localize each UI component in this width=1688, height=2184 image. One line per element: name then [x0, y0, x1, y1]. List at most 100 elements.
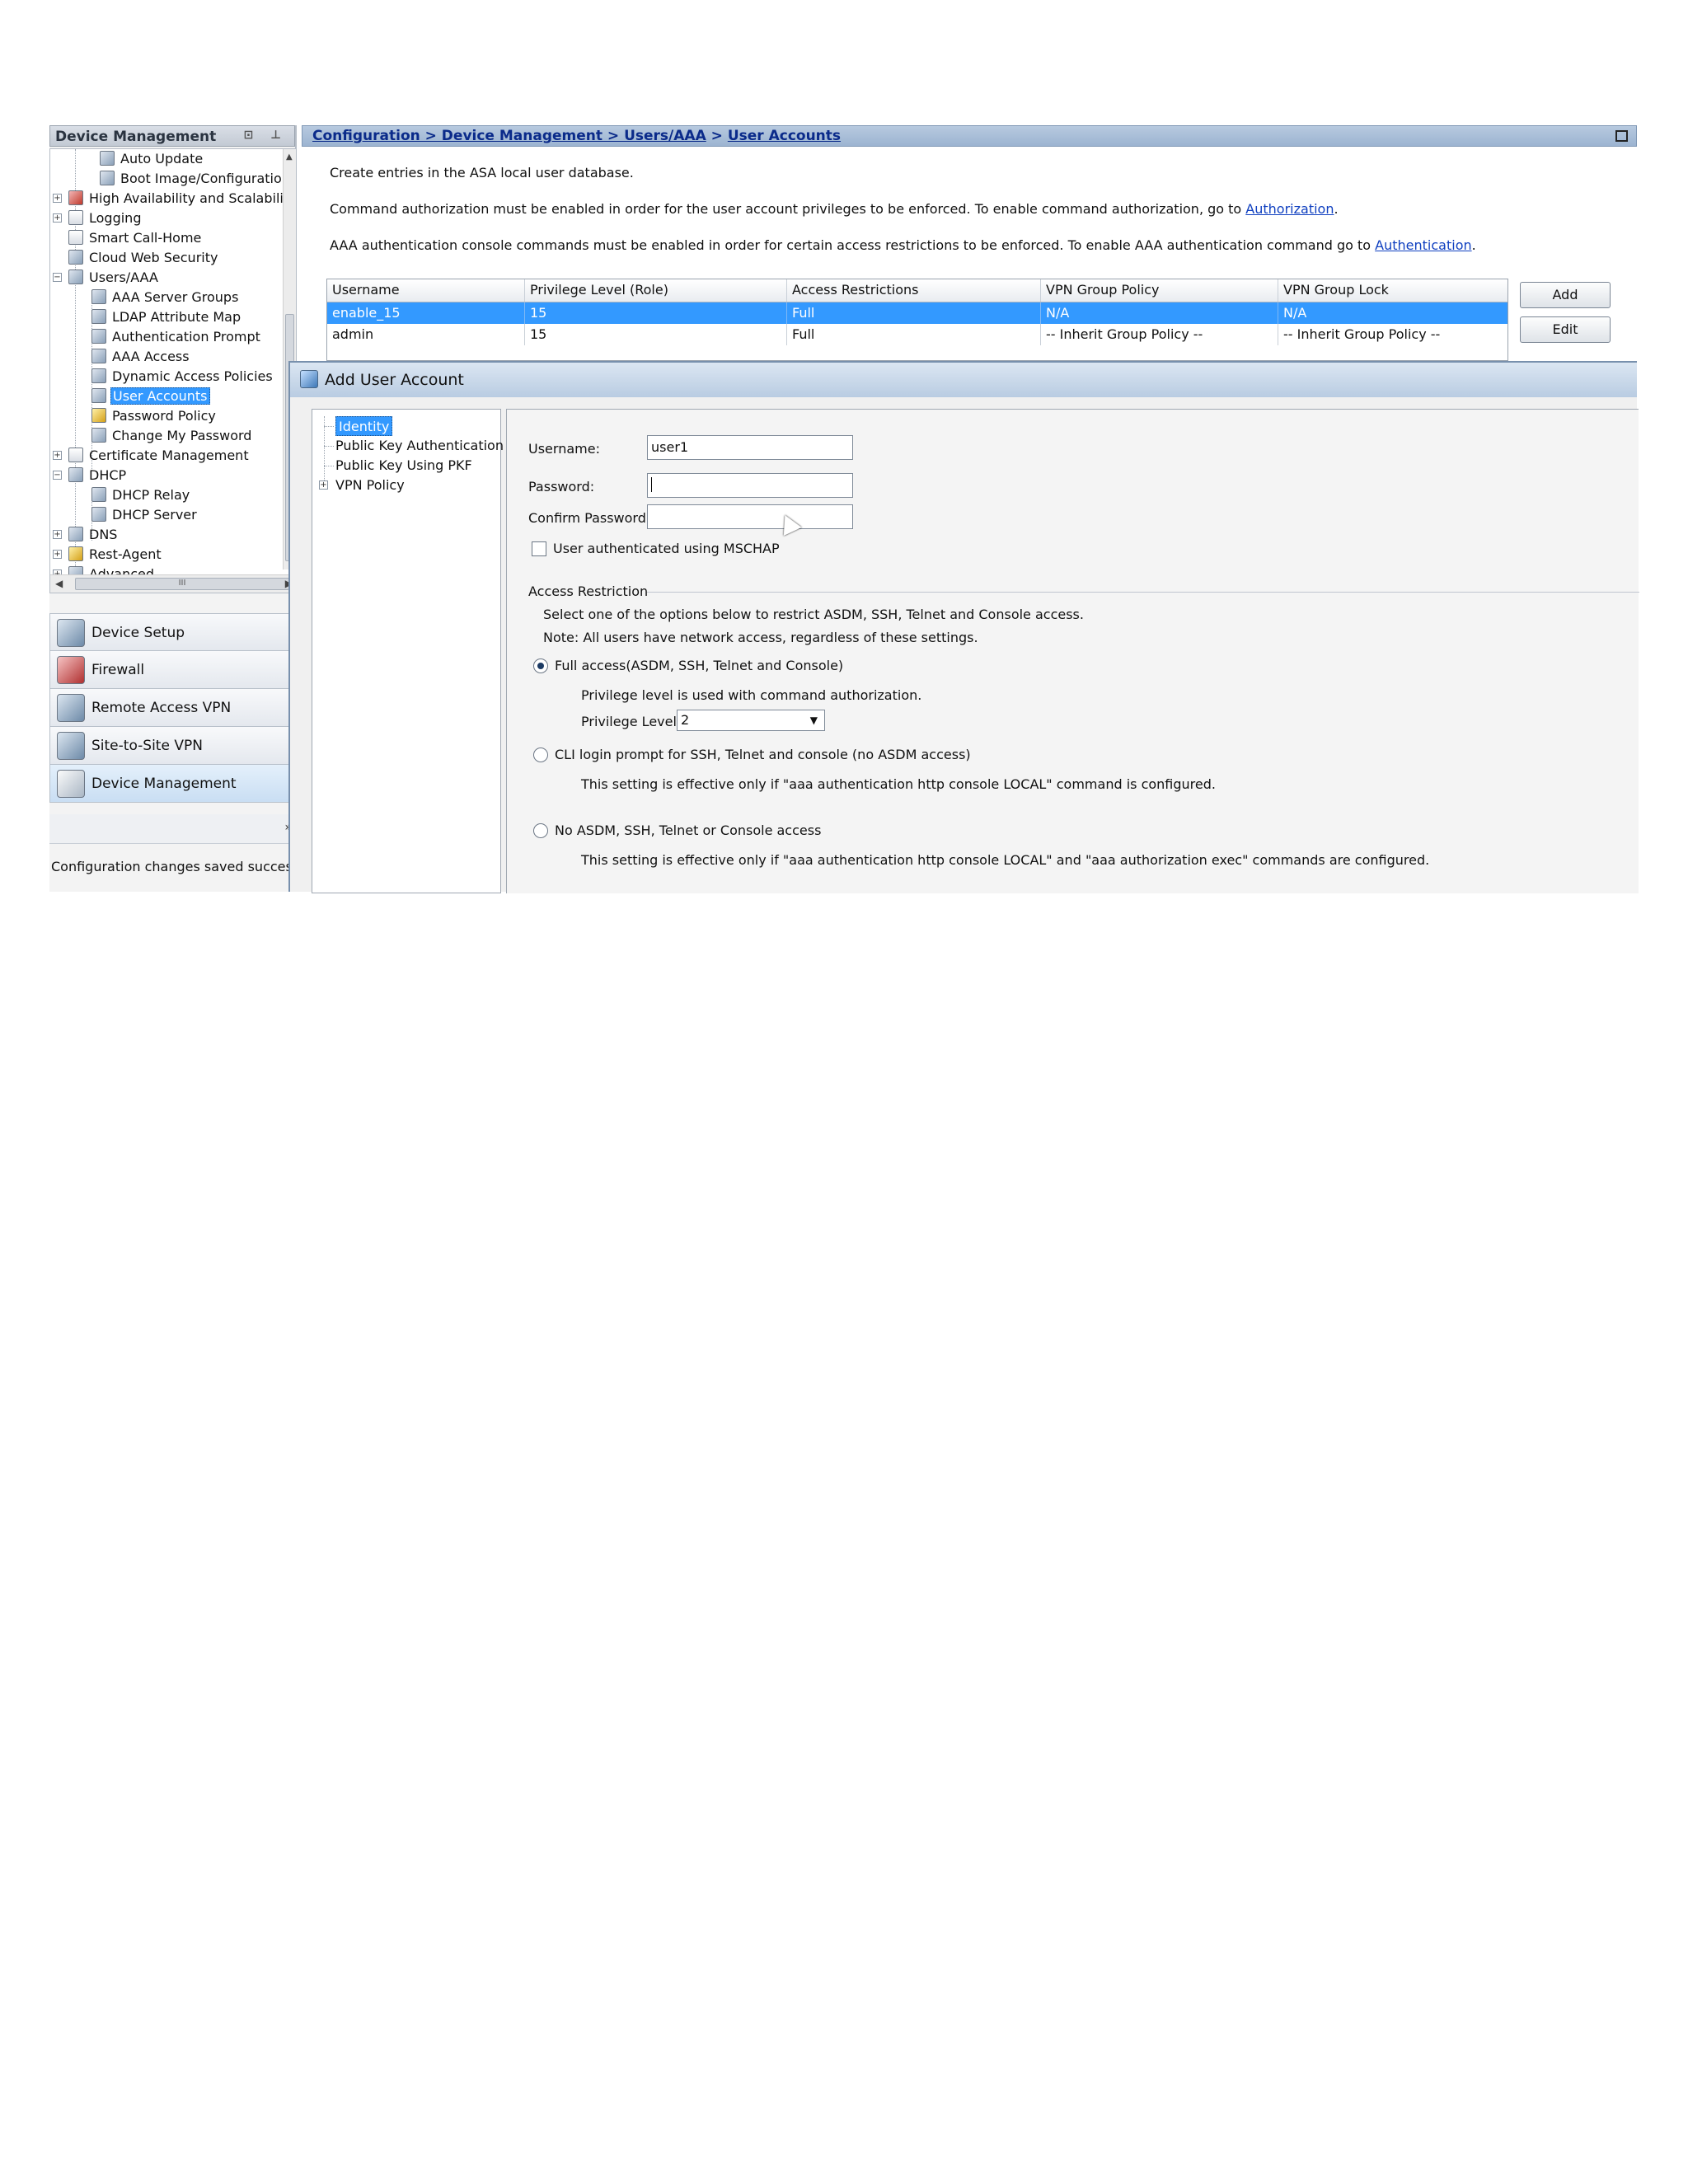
panel-float-pin-icons[interactable]: ⊡ ⊥ — [244, 129, 288, 142]
tree-item-certificate-management[interactable]: Certificate Management — [68, 446, 251, 466]
column-header-privilege[interactable]: Privilege Level (Role) — [525, 279, 787, 302]
nav-site-to-site-vpn[interactable]: Site-to-Site VPN — [49, 727, 297, 765]
tree-item-rest-agent[interactable]: Rest-Agent — [68, 545, 163, 565]
tree-item-dhcp-relay[interactable]: DHCP Relay — [91, 485, 191, 505]
firewall-icon — [57, 656, 85, 684]
maximize-icon[interactable] — [1615, 130, 1628, 142]
expand-icon[interactable]: + — [53, 451, 62, 460]
authorization-link[interactable]: Authorization — [1245, 201, 1334, 217]
ldap-map-icon — [91, 309, 106, 324]
edit-button[interactable]: Edit — [1520, 316, 1611, 343]
column-header-username[interactable]: Username — [327, 279, 525, 302]
dialog-nav-vpn-policy[interactable]: VPN Policy — [335, 476, 405, 495]
tree-line — [324, 426, 334, 427]
high-availability-icon — [68, 190, 83, 205]
username-input[interactable]: user1 — [647, 435, 853, 460]
tree-item-user-accounts[interactable]: User Accounts — [91, 387, 210, 406]
scroll-up-icon[interactable]: ▲ — [286, 152, 293, 162]
certificate-icon — [68, 448, 83, 462]
tree-item-authentication-prompt[interactable]: Authentication Prompt — [91, 327, 262, 347]
dialog-title-bar[interactable]: Add User Account — [290, 363, 1637, 397]
cell-access-restrictions: Full — [787, 302, 1041, 324]
column-header-vpn-group-policy[interactable]: VPN Group Policy — [1041, 279, 1278, 302]
full-access-note: Privilege level is used with command aut… — [581, 687, 922, 703]
tree-item-aaa-access[interactable]: AAA Access — [91, 347, 191, 367]
expand-icon[interactable]: + — [319, 480, 328, 490]
cell-vpn-group-policy: N/A — [1041, 302, 1278, 324]
expand-icon[interactable]: + — [53, 530, 62, 539]
breadcrumb-path-link[interactable]: Configuration > Device Management > User… — [312, 128, 706, 144]
nav-device-setup[interactable]: Device Setup — [49, 613, 297, 651]
add-user-account-dialog: Add User Account Identity Public Key Aut… — [288, 361, 1639, 893]
cli-login-label: CLI login prompt for SSH, Telnet and con… — [555, 747, 971, 762]
server-groups-icon — [91, 289, 106, 304]
collapse-icon[interactable]: − — [53, 471, 62, 480]
dialog-nav-public-key-pkf[interactable]: Public Key Using PKF — [335, 456, 472, 476]
tree-item-dhcp[interactable]: DHCP — [68, 466, 128, 485]
password-input[interactable] — [647, 473, 853, 498]
auth-prompt-icon — [91, 329, 106, 344]
dynamic-access-icon — [91, 368, 106, 383]
mschap-checkbox[interactable] — [532, 541, 546, 556]
nav-overflow[interactable]: » — [49, 814, 297, 844]
tree-item-logging[interactable]: Logging — [68, 209, 143, 228]
column-header-access-restrictions[interactable]: Access Restrictions — [787, 279, 1041, 302]
collapse-icon[interactable]: − — [53, 273, 62, 282]
access-restriction-note: Note: All users have network access, reg… — [543, 630, 978, 645]
cell-privilege: 15 — [525, 302, 787, 324]
dialog-nav-tree: Identity Public Key Authentication Publi… — [312, 409, 504, 893]
breadcrumb: Configuration > Device Management > User… — [302, 125, 1637, 147]
tree-item-high-availability[interactable]: High Availability and Scalability — [68, 189, 296, 209]
dns-icon — [68, 527, 83, 541]
tree-item-dynamic-access-policies[interactable]: Dynamic Access Policies — [91, 367, 274, 387]
tree-item-aaa-server-groups[interactable]: AAA Server Groups — [91, 288, 240, 307]
tree-item-password-policy[interactable]: Password Policy — [91, 406, 218, 426]
tree-item-smart-call-home[interactable]: Smart Call-Home — [68, 228, 203, 248]
breadcrumb-current-link[interactable]: User Accounts — [728, 128, 841, 144]
info-create-entries: Create entries in the ASA local user dat… — [330, 165, 634, 180]
tree-line — [324, 446, 334, 447]
left-panel-header: Device Management ⊡ ⊥ — [49, 125, 295, 147]
cli-login-radio[interactable] — [533, 748, 548, 762]
tree-item-boot-image[interactable]: Boot Image/Configuration — [100, 169, 292, 189]
expand-icon[interactable]: + — [53, 194, 62, 203]
left-panel: Device Management ⊡ ⊥ Auto Update Boot I… — [49, 125, 297, 892]
tree-item-dns[interactable]: DNS — [68, 525, 119, 545]
scroll-thumb[interactable]: III — [75, 578, 289, 590]
nav-device-management[interactable]: Device Management — [49, 765, 297, 803]
cell-vpn-group-policy: -- Inherit Group Policy -- — [1041, 324, 1278, 345]
tree-horizontal-scrollbar[interactable]: ◀ III ▶ — [50, 574, 296, 593]
tree-item-dhcp-server[interactable]: DHCP Server — [91, 505, 199, 525]
column-header-vpn-group-lock[interactable]: VPN Group Lock — [1278, 279, 1507, 302]
table-row[interactable]: admin 15 Full -- Inherit Group Policy --… — [327, 324, 1507, 345]
authentication-link[interactable]: Authentication — [1375, 237, 1471, 253]
confirm-password-input[interactable] — [647, 504, 853, 529]
cli-login-note: This setting is effective only if "aaa a… — [581, 776, 1216, 792]
nav-remote-access-vpn[interactable]: Remote Access VPN — [49, 689, 297, 727]
scroll-left-icon[interactable]: ◀ — [55, 578, 63, 589]
password-label: Password: — [528, 479, 595, 494]
table-row[interactable]: enable_15 15 Full N/A N/A — [327, 302, 1507, 324]
tree-item-auto-update[interactable]: Auto Update — [100, 149, 204, 169]
expand-icon[interactable]: + — [53, 213, 62, 223]
status-message: Configuration changes saved successfully… — [51, 859, 297, 874]
remote-access-vpn-icon — [57, 694, 85, 722]
nav-firewall[interactable]: Firewall — [49, 651, 297, 689]
full-access-radio[interactable] — [533, 658, 548, 673]
add-button[interactable]: Add — [1520, 282, 1611, 308]
tree-item-change-my-password[interactable]: Change My Password — [91, 426, 253, 446]
tree-item-cloud-web-security[interactable]: Cloud Web Security — [68, 248, 219, 268]
privilege-level-select[interactable]: 2 ▼ — [677, 710, 825, 731]
asdm-window: Device Management ⊡ ⊥ Auto Update Boot I… — [49, 125, 1639, 893]
expand-icon[interactable]: + — [53, 550, 62, 559]
device-management-tree: Auto Update Boot Image/Configuration + H… — [49, 148, 297, 593]
tree-item-users-aaa[interactable]: Users/AAA — [68, 268, 160, 288]
dialog-nav-public-key-auth[interactable]: Public Key Authentication — [335, 436, 504, 456]
dhcp-relay-icon — [91, 487, 106, 502]
user-accounts-icon — [91, 388, 106, 403]
update-icon — [100, 151, 115, 166]
dialog-nav-identity[interactable]: Identity — [335, 416, 393, 436]
call-home-icon — [68, 230, 83, 245]
no-access-radio[interactable] — [533, 823, 548, 838]
tree-item-ldap-attribute-map[interactable]: LDAP Attribute Map — [91, 307, 242, 327]
